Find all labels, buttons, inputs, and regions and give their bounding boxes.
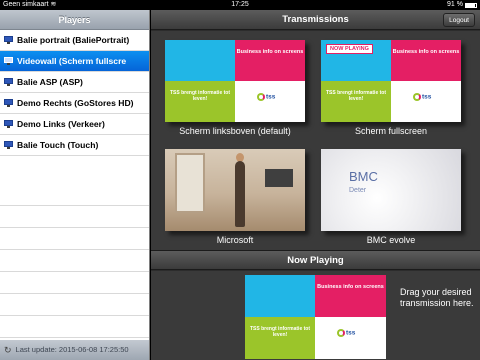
transmission-tile-scherm-fullscreen[interactable]: Business info on screens TSS brengt info… bbox=[321, 40, 461, 136]
transmission-tile-bmc-evolve[interactable]: BMC Deter BMC evolve bbox=[321, 149, 461, 245]
monitor-icon bbox=[4, 99, 13, 107]
status-time: 17:25 bbox=[231, 1, 249, 8]
battery-indicator: 91 % bbox=[447, 0, 477, 10]
player-label: Videowall (Scherm fullscre bbox=[17, 56, 127, 66]
players-panel: Players Balie portrait (BaliePortrait) V… bbox=[0, 10, 150, 360]
players-title: Players bbox=[0, 10, 149, 30]
bmc-logo-text: BMC bbox=[349, 169, 378, 184]
transmissions-panel: Transmissions Logout Business info on sc… bbox=[151, 10, 480, 360]
empty-list-rows bbox=[0, 184, 149, 340]
now-playing-title: Now Playing bbox=[151, 250, 480, 270]
tss-logo: tss bbox=[337, 329, 355, 337]
tss-logo: tss bbox=[413, 93, 431, 101]
players-footer: ↻ Last update: 2015-06-08 17:25:50 bbox=[0, 340, 149, 360]
player-item-balie-touch[interactable]: Balie Touch (Touch) bbox=[0, 135, 149, 156]
tile-caption: BMC evolve bbox=[366, 235, 416, 245]
refresh-icon[interactable]: ↻ bbox=[4, 340, 12, 360]
battery-icon bbox=[465, 2, 477, 8]
transmission-thumbnail: Business info on screens TSS brengt info… bbox=[165, 40, 305, 122]
bmc-sub-text: Deter bbox=[349, 187, 367, 194]
now-playing-drop-area[interactable]: Business info on screens TSS brengt info… bbox=[151, 271, 480, 360]
tile-caption: Scherm fullscreen bbox=[354, 126, 428, 136]
player-item-videowall[interactable]: Videowall (Scherm fullscre bbox=[0, 51, 149, 72]
now-playing-thumbnail: Business info on screens TSS brengt info… bbox=[245, 275, 386, 359]
players-list: Balie portrait (BaliePortrait) Videowall… bbox=[0, 30, 149, 156]
player-label: Demo Links (Verkeer) bbox=[17, 119, 105, 129]
monitor-icon bbox=[4, 57, 13, 65]
player-label: Balie Touch (Touch) bbox=[17, 140, 99, 150]
slide-green-text: TSS brengt informatie tot leven! bbox=[165, 81, 235, 122]
monitor-icon bbox=[4, 120, 13, 128]
transmissions-title: Transmissions bbox=[282, 14, 349, 25]
monitor-icon bbox=[4, 141, 13, 149]
monitor-icon bbox=[4, 36, 13, 44]
slide-green-text: TSS brengt informatie tot leven! bbox=[245, 317, 315, 359]
monitor-icon bbox=[4, 78, 13, 86]
transmission-thumbnail: Business info on screens TSS brengt info… bbox=[321, 40, 461, 122]
player-label: Balie ASP (ASP) bbox=[17, 77, 83, 87]
transmission-tile-scherm-linksboven[interactable]: Business info on screens TSS brengt info… bbox=[165, 40, 305, 136]
player-item-demo-links[interactable]: Demo Links (Verkeer) bbox=[0, 114, 149, 135]
transmissions-grid: Business info on screens TSS brengt info… bbox=[151, 31, 480, 262]
transmission-thumbnail: BMC Deter bbox=[321, 149, 461, 231]
slide-green-text: TSS brengt informatie tot leven! bbox=[321, 81, 391, 122]
tile-caption: Scherm linksboven (default) bbox=[179, 126, 291, 136]
logout-button[interactable]: Logout bbox=[443, 13, 475, 27]
transmission-tile-microsoft[interactable]: Microsoft bbox=[165, 149, 305, 245]
tile-caption: Microsoft bbox=[216, 235, 254, 245]
slide-pink-text: Business info on screens bbox=[235, 40, 305, 81]
battery-text: 91 % bbox=[447, 1, 463, 8]
drag-hint: Drag your desired transmission here. bbox=[400, 287, 474, 308]
last-update-label: Last update: 2015-06-08 17:25:50 bbox=[15, 345, 129, 354]
transmissions-header: Transmissions Logout bbox=[151, 10, 480, 30]
status-bar: Geen simkaart ≋ 17:25 91 % bbox=[0, 0, 480, 10]
player-item-balie-asp[interactable]: Balie ASP (ASP) bbox=[0, 72, 149, 93]
slide-pink-text: Business info on screens bbox=[315, 275, 386, 317]
tss-logo: tss bbox=[257, 93, 275, 101]
now-playing-badge: NOW PLAYING bbox=[326, 44, 373, 54]
player-label: Balie portrait (BaliePortrait) bbox=[17, 35, 130, 45]
player-item-balie-portrait[interactable]: Balie portrait (BaliePortrait) bbox=[0, 30, 149, 51]
player-label: Demo Rechts (GoStores HD) bbox=[17, 98, 134, 108]
slide-pink-text: Business info on screens bbox=[391, 40, 461, 81]
transmission-thumbnail bbox=[165, 149, 305, 231]
player-item-demo-rechts[interactable]: Demo Rechts (GoStores HD) bbox=[0, 93, 149, 114]
